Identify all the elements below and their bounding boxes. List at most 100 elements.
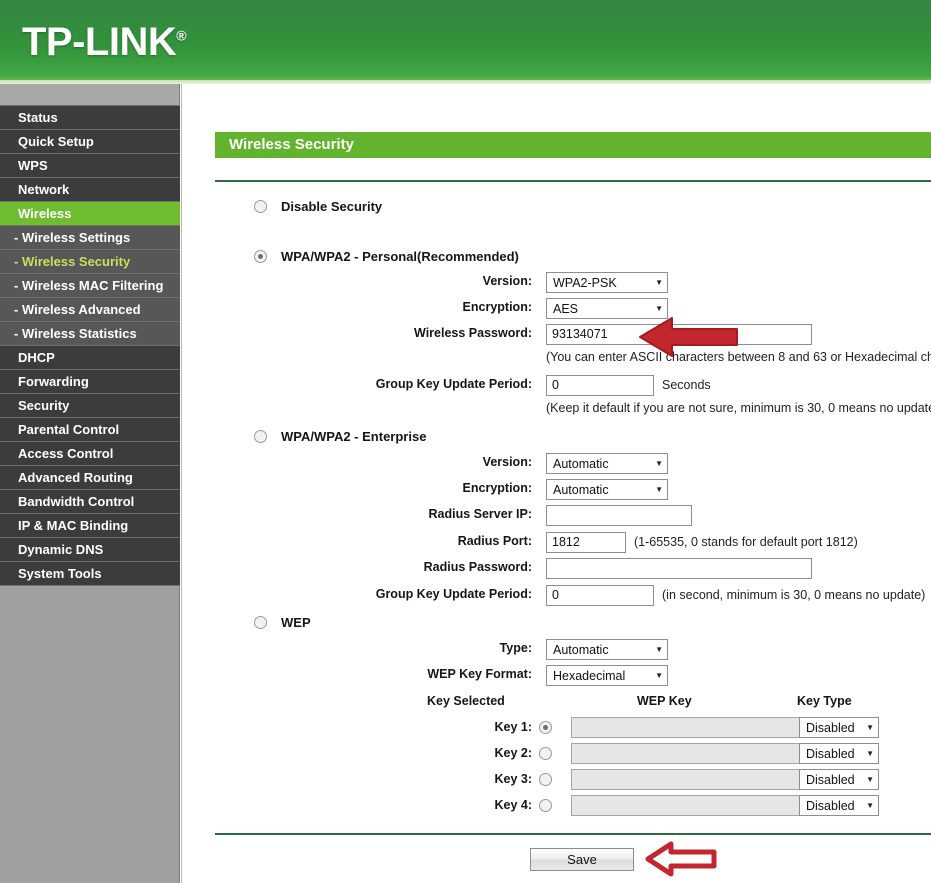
sidebar-item-bandwidth-control[interactable]: Bandwidth Control — [0, 490, 180, 514]
chevron-down-icon: ▼ — [655, 671, 663, 680]
wep-key-4-input[interactable] — [571, 795, 833, 816]
personal-group-key-label: Group Key Update Period: — [375, 377, 532, 391]
personal-version-label-row: Version: — [382, 274, 532, 288]
wep-key-4-type-select[interactable]: Disabled ▼ — [799, 795, 879, 816]
sidebar-item-wireless[interactable]: Wireless — [0, 202, 180, 226]
personal-version-select[interactable]: WPA2-PSK ▼ — [546, 272, 668, 293]
wep-type-value: Automatic — [553, 642, 609, 657]
sidebar-item-forwarding[interactable]: Forwarding — [0, 370, 180, 394]
sidebar-item-network[interactable]: Network — [0, 178, 180, 202]
wep-key-3-label-row: Key 3: — [422, 772, 532, 786]
personal-group-key-input[interactable]: 0 — [546, 375, 654, 396]
personal-encryption-value: AES — [553, 301, 579, 316]
enterprise-group-key-input[interactable]: 0 — [546, 585, 654, 606]
brand-name: TP-LINK — [22, 20, 177, 64]
sidebar-item-system-tools[interactable]: System Tools — [0, 562, 180, 586]
sidebar-item-access-control[interactable]: Access Control — [0, 442, 180, 466]
sidebar-item-dynamic-dns[interactable]: Dynamic DNS — [0, 538, 180, 562]
personal-group-key-hint: (Keep it default if you are not sure, mi… — [546, 401, 931, 415]
radio-wep-key-4[interactable] — [539, 799, 552, 812]
wep-type-select[interactable]: Automatic ▼ — [546, 639, 668, 660]
chevron-down-icon: ▼ — [655, 645, 663, 654]
column-header-key-type: Key Type — [797, 694, 852, 708]
radio-wep-key-2[interactable] — [539, 747, 552, 760]
personal-group-key-label-row: Group Key Update Period: — [352, 377, 532, 391]
wireless-password-hint: (You can enter ASCII characters between … — [546, 350, 931, 364]
enterprise-encryption-label: Encryption: — [462, 481, 532, 495]
personal-encryption-select[interactable]: AES ▼ — [546, 298, 668, 319]
radio-wpa-enterprise[interactable] — [254, 430, 267, 443]
sidebar-item-wireless-advanced[interactable]: - Wireless Advanced — [0, 298, 180, 322]
mode-wpa-enterprise[interactable]: WPA/WPA2 - Enterprise — [254, 429, 426, 444]
sidebar-item-security[interactable]: Security — [0, 394, 180, 418]
sidebar-item-advanced-routing[interactable]: Advanced Routing — [0, 466, 180, 490]
wep-key-1-label: Key 1: — [494, 720, 532, 734]
wep-key-format-select[interactable]: Hexadecimal ▼ — [546, 665, 668, 686]
enterprise-encryption-value: Automatic — [553, 482, 609, 497]
wep-key-1-input[interactable] — [571, 717, 833, 738]
mode-wpa-personal[interactable]: WPA/WPA2 - Personal(Recommended) — [254, 249, 519, 264]
wep-key-1-type-value: Disabled — [806, 720, 855, 735]
radius-port-label: Radius Port: — [457, 534, 532, 548]
wep-key-format-label-row: WEP Key Format: — [372, 667, 532, 681]
sidebar-item-wireless-settings[interactable]: - Wireless Settings — [0, 226, 180, 250]
sidebar-item-dhcp[interactable]: DHCP — [0, 346, 180, 370]
mode-disable-security-label: Disable Security — [281, 199, 383, 214]
wep-key-3-label: Key 3: — [494, 772, 532, 786]
sidebar-item-status[interactable]: Status — [0, 106, 180, 130]
router-admin-page: TP-LINK® Status Quick Setup WPS Network Wire… — [0, 0, 931, 883]
radio-disable-security[interactable] — [254, 200, 267, 213]
wep-key-format-value: Hexadecimal — [553, 668, 626, 683]
sidebar-item-wireless-mac-filtering[interactable]: - Wireless MAC Filtering — [0, 274, 180, 298]
chevron-down-icon: ▼ — [866, 723, 874, 732]
radius-server-ip-label: Radius Server IP: — [428, 507, 532, 521]
wireless-password-input[interactable]: 93134071 — [546, 324, 812, 345]
wireless-password-label: Wireless Password: — [414, 326, 532, 340]
chevron-down-icon: ▼ — [866, 775, 874, 784]
wep-key-3-type-select[interactable]: Disabled ▼ — [799, 769, 879, 790]
personal-version-value: WPA2-PSK — [553, 275, 617, 290]
radio-wep[interactable] — [254, 616, 267, 629]
wep-key-3-input[interactable] — [571, 769, 833, 790]
chevron-down-icon: ▼ — [655, 459, 663, 468]
wep-key-4-type-value: Disabled — [806, 798, 855, 813]
radius-password-label-row: Radius Password: — [372, 560, 532, 574]
radio-wep-key-1[interactable] — [539, 721, 552, 734]
enterprise-version-select[interactable]: Automatic ▼ — [546, 453, 668, 474]
sidebar-item-ip-mac-binding[interactable]: IP & MAC Binding — [0, 514, 180, 538]
radius-password-label: Radius Password: — [423, 560, 532, 574]
wep-key-1-type-select[interactable]: Disabled ▼ — [799, 717, 879, 738]
enterprise-version-value: Automatic — [553, 456, 609, 471]
radio-wep-key-3[interactable] — [539, 773, 552, 786]
wep-key-2-type-select[interactable]: Disabled ▼ — [799, 743, 879, 764]
sidebar-item-wps[interactable]: WPS — [0, 154, 180, 178]
radio-wpa-personal[interactable] — [254, 250, 267, 263]
radius-port-input[interactable]: 1812 — [546, 532, 626, 553]
personal-encryption-label: Encryption: — [462, 300, 532, 314]
chevron-down-icon: ▼ — [655, 304, 663, 313]
registered-trademark-icon: ® — [176, 27, 187, 44]
mode-disable-security[interactable]: Disable Security — [254, 199, 382, 214]
wep-key-2-label-row: Key 2: — [422, 746, 532, 760]
sidebar-item-parental-control[interactable]: Parental Control — [0, 418, 180, 442]
save-button[interactable]: Save — [530, 848, 634, 871]
content-panel: Wireless Security Disable Security WPA/W… — [181, 84, 931, 883]
enterprise-version-label-row: Version: — [382, 455, 532, 469]
personal-group-key-unit: Seconds — [662, 378, 711, 392]
page-header: TP-LINK® — [0, 0, 931, 84]
personal-version-label: Version: — [482, 274, 532, 288]
chevron-down-icon: ▼ — [866, 749, 874, 758]
wep-type-label-row: Type: — [392, 641, 532, 655]
radius-port-hint: (1-65535, 0 stands for default port 1812… — [634, 535, 858, 549]
radius-server-ip-label-row: Radius Server IP: — [372, 507, 532, 521]
mode-wep[interactable]: WEP — [254, 615, 311, 630]
radius-password-input[interactable] — [546, 558, 812, 579]
tp-link-logo: TP-LINK® — [22, 20, 187, 65]
sidebar-item-wireless-security[interactable]: - Wireless Security — [0, 250, 180, 274]
radius-server-ip-input[interactable] — [546, 505, 692, 526]
enterprise-encryption-select[interactable]: Automatic ▼ — [546, 479, 668, 500]
personal-encryption-label-row: Encryption: — [382, 300, 532, 314]
wep-key-2-input[interactable] — [571, 743, 833, 764]
sidebar-item-wireless-statistics[interactable]: - Wireless Statistics — [0, 322, 180, 346]
sidebar-item-quick-setup[interactable]: Quick Setup — [0, 130, 180, 154]
